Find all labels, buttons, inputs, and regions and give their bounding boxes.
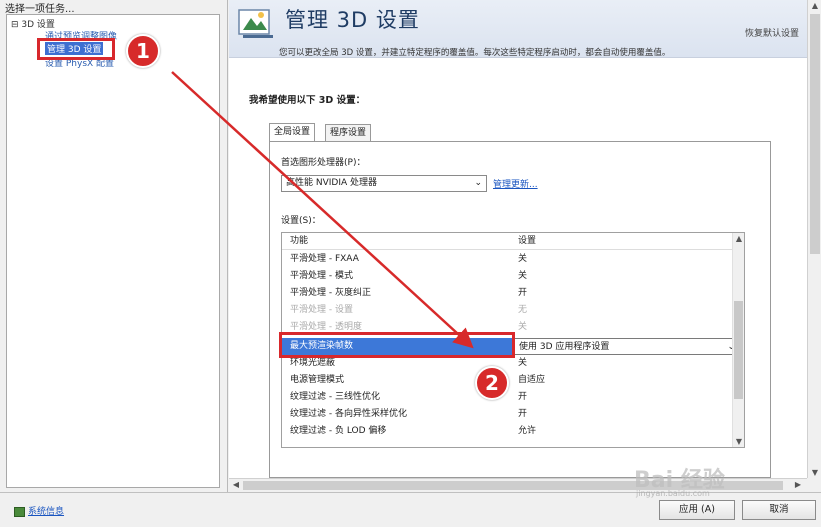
- row-value: 使用 3D 应用程序设置: [519, 342, 610, 352]
- scroll-down-icon[interactable]: ▼: [808, 468, 821, 477]
- row-feature: 平滑处理 - 灰度纠正: [290, 288, 371, 298]
- row-value: 无: [518, 305, 528, 315]
- row-feature: 环境光遮蔽: [290, 358, 336, 368]
- main-content: 管理 3D 设置 恢复默认设置 您可以更改全局 3D 设置，并建立特定程序的覆盖…: [229, 0, 807, 478]
- table-row[interactable]: 平滑处理 - FXAA 关: [282, 251, 734, 268]
- row-feature: 纹理过滤 - 负 LOD 偏移: [290, 426, 387, 436]
- 3d-settings-icon: [238, 9, 273, 38]
- row-value: 自适应: [518, 375, 546, 385]
- scroll-up-icon[interactable]: ▲: [808, 1, 821, 10]
- page-description: 您可以更改全局 3D 设置，并建立特定程序的覆盖值。每次这些特定程序启动时，都会…: [279, 48, 671, 58]
- system-info-link[interactable]: 系统信息: [14, 504, 64, 517]
- page-banner: 管理 3D 设置 恢复默认设置 您可以更改全局 3D 设置，并建立特定程序的覆盖…: [229, 0, 807, 58]
- table-row[interactable]: 平滑处理 - 灰度纠正 开: [282, 285, 734, 302]
- system-info-icon: [14, 506, 25, 517]
- table-row: 平滑处理 - 设置 无: [282, 302, 734, 319]
- table-row[interactable]: 纹理过滤 - 三线性优化 开: [282, 389, 734, 406]
- cancel-button[interactable]: 取消: [742, 500, 816, 520]
- table-row-selected[interactable]: 最大预渲染帧数 使用 3D 应用程序设置 ⌄: [282, 338, 740, 355]
- preferred-gpu-value: 高性能 NVIDIA 处理器: [286, 178, 378, 188]
- watermark-url: jingyan.baidu.com: [636, 489, 710, 498]
- tree-item-physx-config[interactable]: 设置 PhysX 配置: [45, 56, 114, 69]
- task-tree: ⊟ 3D 设置 通过预览调整图像 管理 3D 设置 设置 PhysX 配置: [6, 14, 220, 488]
- main-vertical-scrollbar[interactable]: ▲ ▼: [807, 0, 821, 478]
- tab-program-settings[interactable]: 程序设置: [325, 124, 372, 142]
- apply-button[interactable]: 应用 (A): [659, 500, 735, 520]
- settings-label: 设置(S)：: [281, 216, 321, 226]
- scroll-left-icon[interactable]: ◀: [231, 480, 241, 489]
- table-row[interactable]: 纹理过滤 - 负 LOD 偏移 允许: [282, 423, 734, 440]
- tree-item-adjust-image-preview[interactable]: 通过预览调整图像: [45, 29, 117, 42]
- table-row[interactable]: 环境光遮蔽 关: [282, 355, 734, 372]
- main-scroll-thumb[interactable]: [810, 14, 820, 254]
- tab-global-settings[interactable]: 全局设置: [269, 123, 316, 143]
- global-settings-panel: 首选图形处理器(P)： 高性能 NVIDIA 处理器 ⌄ 管理更新... 设置(…: [269, 141, 771, 478]
- row-value: 关: [518, 358, 528, 368]
- manage-update-link[interactable]: 管理更新...: [493, 177, 538, 190]
- column-header-feature: 功能: [290, 236, 309, 246]
- row-feature: 平滑处理 - 透明度: [290, 322, 362, 332]
- preferred-gpu-label: 首选图形处理器(P)：: [281, 158, 366, 168]
- tree-item-manage-3d-settings[interactable]: 管理 3D 设置: [45, 42, 104, 55]
- page-title: 管理 3D 设置: [285, 8, 420, 32]
- chevron-down-icon: ⌄: [474, 178, 482, 188]
- row-feature: 电源管理模式: [290, 375, 345, 385]
- settings-table: 功能 设置 平滑处理 - FXAA 关 平滑处理 - 模式关 平滑处理 - 灰度纠…: [281, 232, 745, 448]
- preferred-gpu-select[interactable]: 高性能 NVIDIA 处理器 ⌄: [281, 175, 487, 192]
- row-value: 关: [518, 322, 528, 332]
- row-feature: 最大预渲染帧数: [290, 341, 354, 351]
- row-value: 开: [518, 409, 528, 419]
- row-value: 关: [518, 254, 528, 264]
- scroll-down-icon[interactable]: ▼: [733, 437, 744, 446]
- scroll-up-icon[interactable]: ▲: [733, 234, 744, 243]
- max-prerendered-frames-select[interactable]: 使用 3D 应用程序设置 ⌄: [514, 338, 740, 355]
- row-value: 关: [518, 271, 528, 281]
- row-feature: 平滑处理 - 设置: [290, 305, 353, 315]
- row-feature: 纹理过滤 - 各向异性采样优化: [290, 409, 407, 419]
- restore-defaults-link[interactable]: 恢复默认设置: [745, 26, 799, 39]
- row-value: 允许: [518, 426, 537, 436]
- scroll-right-icon[interactable]: ▶: [793, 480, 803, 489]
- table-scrollbar[interactable]: ▲ ▼: [732, 233, 744, 447]
- row-feature: 平滑处理 - 模式: [290, 271, 353, 281]
- table-row: 平滑处理 - 透明度 关: [282, 319, 734, 336]
- table-scroll-thumb[interactable]: [734, 301, 743, 399]
- row-value: 开: [518, 288, 528, 298]
- row-feature: 纹理过滤 - 三线性优化: [290, 392, 380, 402]
- table-row[interactable]: 电源管理模式 自适应: [282, 372, 734, 389]
- task-pane: 选择一项任务... ⊟ 3D 设置 通过预览调整图像 管理 3D 设置 设置 P…: [0, 0, 228, 492]
- column-header-value: 设置: [518, 236, 537, 246]
- task-pane-title: 选择一项任务...: [5, 4, 75, 15]
- table-row[interactable]: 平滑处理 - 模式 关: [282, 268, 734, 285]
- section-title: 我希望使用以下 3D 设置：: [249, 95, 366, 106]
- system-info-label: 系统信息: [28, 507, 65, 517]
- row-feature: 平滑处理 - FXAA: [290, 254, 359, 264]
- table-row[interactable]: 纹理过滤 - 各向异性采样优化 开: [282, 406, 734, 423]
- table-header: 功能 设置: [282, 233, 734, 250]
- row-value: 开: [518, 392, 528, 402]
